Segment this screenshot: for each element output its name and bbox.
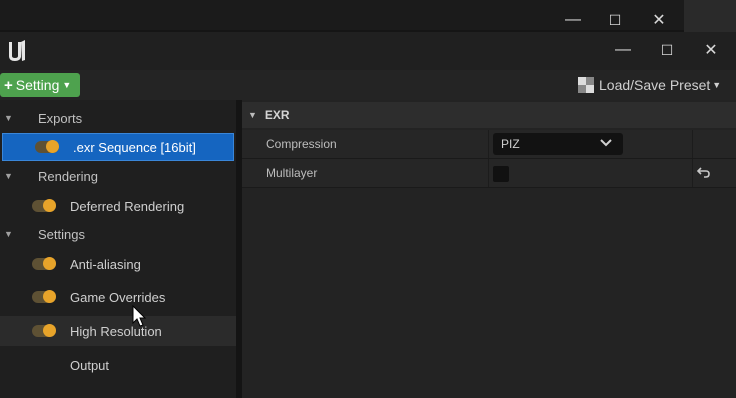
maximize-button[interactable]: ☐ <box>656 41 678 59</box>
expand-triangle-icon: ▼ <box>248 110 257 120</box>
outer-maximize-button[interactable]: ☐ <box>604 11 626 29</box>
list-item-label: Output <box>70 357 110 373</box>
section-label: Settings <box>38 226 85 242</box>
section-label: Rendering <box>38 168 98 184</box>
preset-label: Load/Save Preset <box>599 77 711 93</box>
enable-toggle[interactable] <box>32 290 56 303</box>
reset-arrow-icon[interactable] <box>696 164 712 180</box>
list-item-anti-aliasing[interactable]: Anti-aliasing <box>0 250 236 278</box>
outer-minimize-button[interactable]: — <box>562 11 584 29</box>
plus-icon: + <box>4 76 13 94</box>
exr-category-header[interactable]: ▼ EXR <box>242 102 736 128</box>
expand-triangle-icon: ▼ <box>4 113 13 123</box>
caret-down-icon: ▼ <box>62 80 72 90</box>
caret-down-icon: ▼ <box>712 80 722 90</box>
list-item-label: Anti-aliasing <box>70 256 141 272</box>
expand-triangle-icon: ▼ <box>4 229 13 239</box>
multilayer-checkbox[interactable] <box>493 166 509 182</box>
property-row-compression: Compression PIZ <box>242 130 736 159</box>
add-setting-button[interactable]: + Setting ▼ <box>0 73 80 97</box>
section-settings[interactable]: ▼ Settings <box>0 220 236 248</box>
list-item-output[interactable]: Output <box>0 351 236 379</box>
property-row-multilayer: Multilayer <box>242 159 736 188</box>
section-exports[interactable]: ▼ Exports <box>0 104 236 132</box>
list-item-label: High Resolution <box>70 323 162 339</box>
list-item-deferred-rendering[interactable]: Deferred Rendering <box>0 192 236 220</box>
minimize-button[interactable]: — <box>612 41 634 59</box>
list-item-label: Game Overrides <box>70 289 166 305</box>
list-item-exr-sequence[interactable]: .exr Sequence [16bit] <box>2 133 234 161</box>
chevron-down-icon <box>600 139 612 147</box>
close-button[interactable]: ✕ <box>700 41 722 59</box>
list-item-game-overrides[interactable]: Game Overrides <box>0 283 236 311</box>
dropdown-value: PIZ <box>501 137 520 151</box>
enable-toggle[interactable] <box>32 324 56 337</box>
category-title: EXR <box>264 108 290 122</box>
list-item-label: .exr Sequence [16bit] <box>73 139 196 155</box>
section-label: Exports <box>38 110 83 126</box>
compression-dropdown[interactable]: PIZ <box>493 133 623 155</box>
load-save-preset-button[interactable]: Load/Save Preset ▼ <box>578 75 721 95</box>
expand-triangle-icon: ▼ <box>4 171 13 181</box>
enable-toggle[interactable] <box>32 257 56 270</box>
property-label: Multilayer <box>266 166 318 180</box>
setting-button-label: Setting <box>15 77 60 93</box>
unreal-logo-icon <box>9 40 25 61</box>
list-item-label: Deferred Rendering <box>70 198 185 214</box>
enable-toggle[interactable] <box>35 140 59 153</box>
list-item-high-resolution[interactable]: High Resolution <box>0 316 236 346</box>
mouse-cursor-icon <box>132 305 147 327</box>
property-label: Compression <box>266 137 337 151</box>
enable-toggle[interactable] <box>32 199 56 212</box>
outer-close-button[interactable]: ✕ <box>648 11 670 29</box>
preset-icon <box>578 77 594 93</box>
section-rendering[interactable]: ▼ Rendering <box>0 162 236 190</box>
